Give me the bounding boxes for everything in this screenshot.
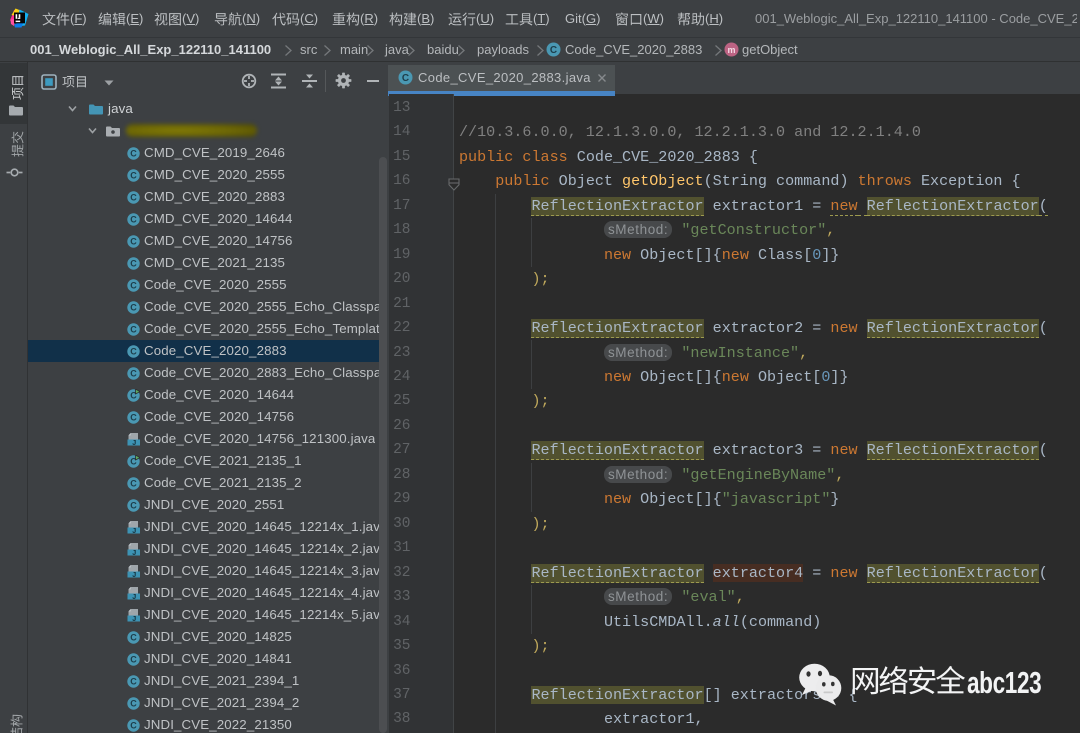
svg-text:C: C [130, 478, 137, 488]
svg-text:C: C [130, 192, 137, 202]
svg-text:C: C [130, 654, 137, 664]
svg-text:C: C [130, 676, 137, 686]
svg-text:C: C [130, 302, 137, 312]
svg-text:C: C [130, 258, 137, 268]
svg-text:C: C [130, 170, 137, 180]
svg-text:C: C [130, 412, 137, 422]
svg-text:C: C [130, 148, 137, 158]
svg-text:C: C [550, 45, 557, 56]
svg-text:J: J [132, 616, 137, 622]
svg-text:C: C [130, 368, 137, 378]
svg-text:C: C [130, 500, 137, 510]
svg-text:C: C [130, 214, 137, 224]
svg-text:J: J [132, 572, 137, 578]
svg-text:J: J [132, 550, 137, 556]
svg-text:C: C [130, 324, 137, 334]
svg-text:C: C [402, 73, 409, 84]
svg-text:J: J [132, 528, 137, 534]
svg-text:C: C [130, 632, 137, 642]
svg-text:J: J [132, 440, 137, 446]
svg-text:C: C [130, 720, 137, 730]
svg-text:C: C [130, 698, 137, 708]
svg-text:J: J [132, 594, 137, 600]
svg-text:C: C [130, 346, 137, 356]
svg-text:C: C [130, 236, 137, 246]
svg-text:m: m [727, 45, 735, 55]
svg-text:C: C [130, 280, 137, 290]
